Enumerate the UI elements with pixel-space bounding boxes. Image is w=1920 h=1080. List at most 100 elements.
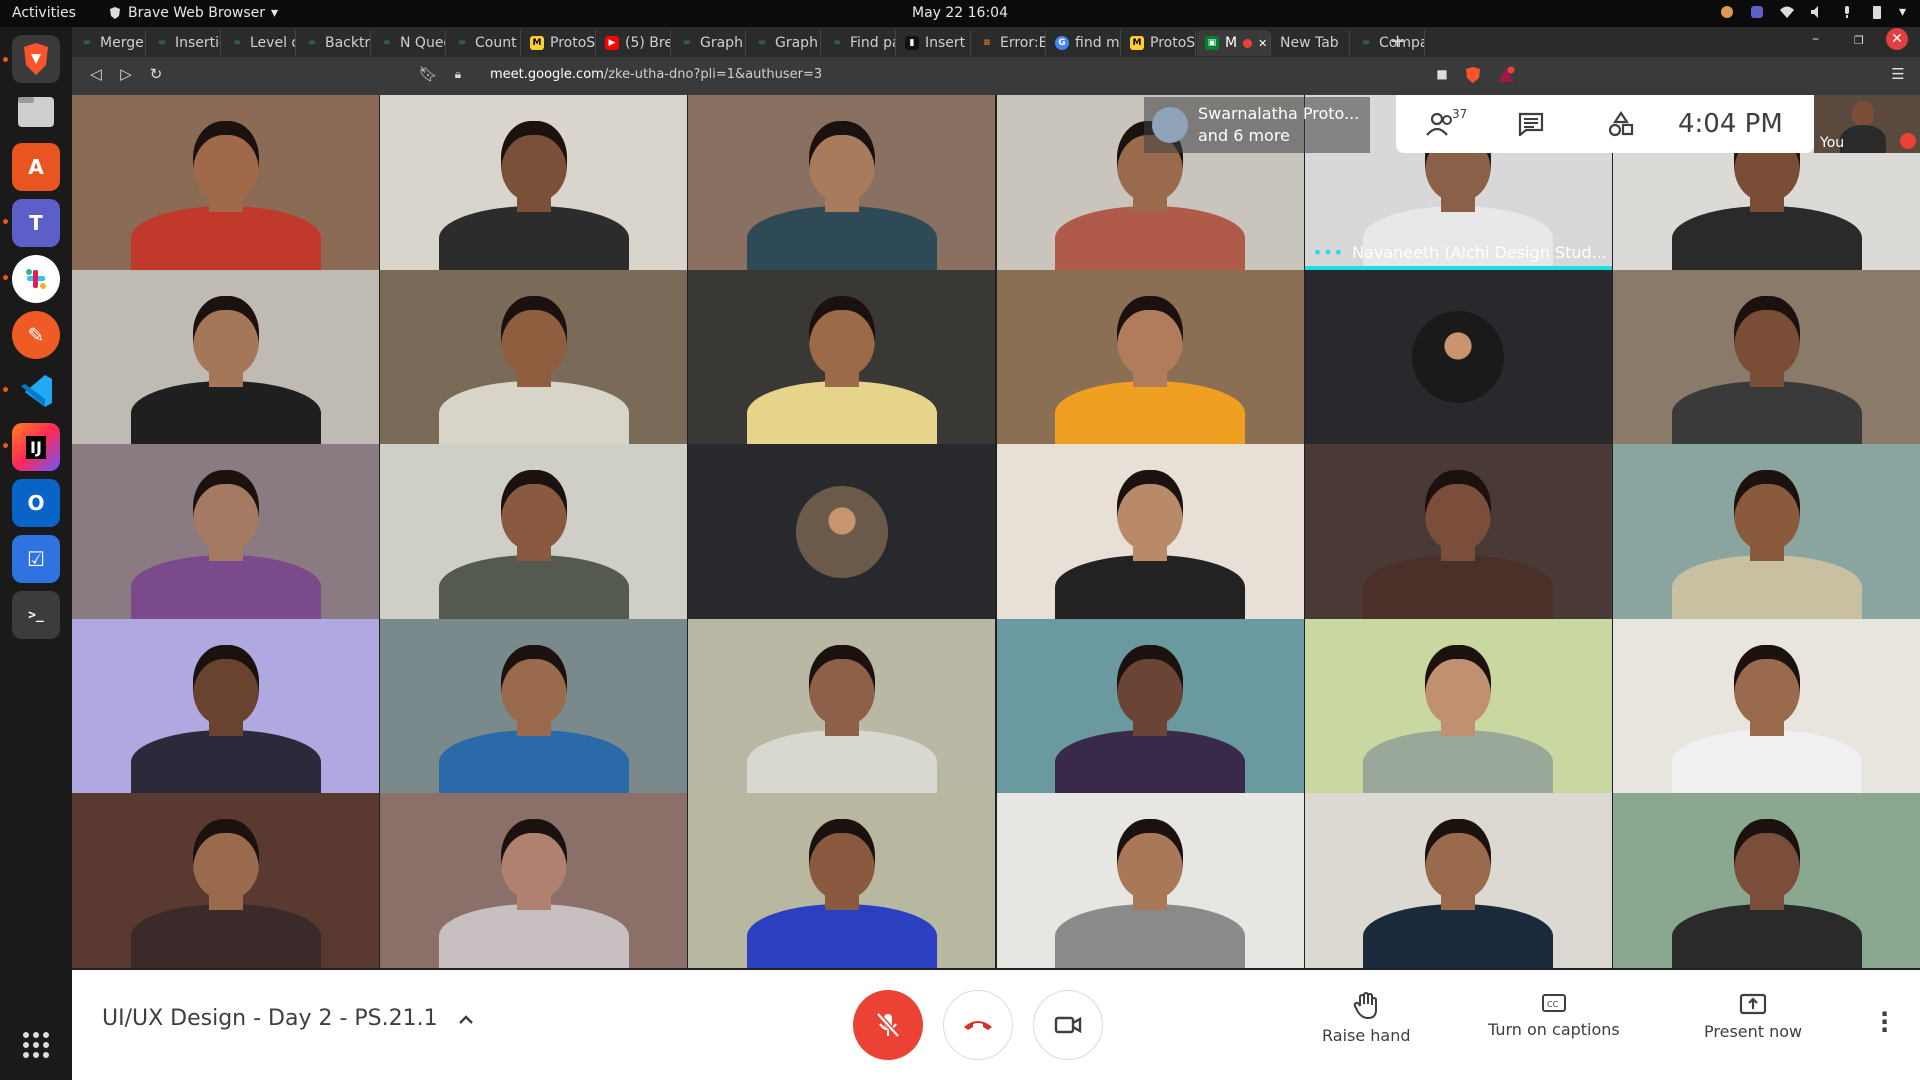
participant-name: Navaneeth (Alchi Design Stud... bbox=[1352, 243, 1607, 262]
close-window-button[interactable]: ✕ bbox=[1886, 28, 1908, 50]
browser-tab[interactable]: ∞ Backtra bbox=[297, 30, 371, 56]
browser-tab[interactable]: ∞ Insertio bbox=[147, 30, 221, 56]
participant-tile[interactable] bbox=[688, 95, 996, 270]
participant-head bbox=[500, 819, 567, 899]
terminal-launcher[interactable]: >_ bbox=[12, 591, 60, 639]
participant-tile[interactable] bbox=[996, 618, 1304, 794]
bookmark-icon[interactable]: 🔖︎ bbox=[418, 65, 438, 85]
camera-toggle-button[interactable] bbox=[1033, 990, 1103, 1060]
browser-tab[interactable]: ∞Compar bbox=[1351, 30, 1425, 56]
more-options-button[interactable]: · · · bbox=[1880, 1002, 1889, 1042]
browser-tab[interactable]: ∞ Count a bbox=[447, 30, 521, 56]
participant-tile[interactable] bbox=[1613, 618, 1920, 794]
brave-rewards-icon[interactable] bbox=[1496, 66, 1516, 84]
svg-text:CC: CC bbox=[1547, 1000, 1559, 1009]
intellij-launcher[interactable]: IJ bbox=[12, 423, 60, 471]
participant-tile[interactable] bbox=[1613, 269, 1920, 445]
show-applications-button[interactable] bbox=[12, 1021, 60, 1069]
menu-icon[interactable]: ☰ bbox=[1888, 65, 1908, 85]
software-center-launcher[interactable]: A bbox=[12, 143, 60, 191]
present-now-button[interactable]: Present now bbox=[1704, 992, 1802, 1041]
browser-tab[interactable]: M ProtoSE bbox=[522, 30, 596, 56]
participant-tile[interactable] bbox=[1304, 444, 1612, 619]
gfg-favicon-icon: ∞ bbox=[233, 38, 241, 48]
participant-tile[interactable] bbox=[996, 269, 1304, 445]
browser-tab[interactable]: ∞ Level of bbox=[222, 30, 296, 56]
browser-tab[interactable]: ∞ Graph a bbox=[747, 30, 821, 56]
raise-hand-label: Raise hand bbox=[1322, 1026, 1411, 1045]
teams-icon: T bbox=[29, 211, 43, 235]
browser-tab[interactable]: ∞ Find pa bbox=[822, 30, 896, 56]
postman-launcher[interactable]: ✎ bbox=[12, 311, 60, 359]
participant-tile[interactable] bbox=[380, 793, 688, 968]
forward-icon[interactable]: ▷ bbox=[116, 65, 136, 85]
browser-tab[interactable]: ≡ Error:E bbox=[972, 30, 1046, 56]
participant-tile[interactable] bbox=[380, 269, 688, 445]
reload-icon[interactable]: ↻ bbox=[146, 65, 166, 85]
gfg-favicon-icon: ∞ bbox=[833, 38, 841, 48]
back-icon[interactable]: ◁ bbox=[86, 65, 106, 85]
participant-tile[interactable] bbox=[688, 618, 996, 794]
participant-tile[interactable] bbox=[688, 444, 996, 619]
participant-tile[interactable] bbox=[380, 618, 688, 794]
browser-tab[interactable]: New Tab bbox=[1272, 30, 1350, 56]
presenters-chip[interactable]: Swarnalatha Proto... and 6 more bbox=[1144, 97, 1370, 153]
participant-tile[interactable] bbox=[380, 95, 688, 270]
participant-tile[interactable] bbox=[380, 444, 688, 619]
vscode-launcher[interactable] bbox=[12, 367, 60, 415]
microphone-toggle-button[interactable] bbox=[853, 990, 923, 1060]
browser-tab[interactable]: ∞ N Quee bbox=[372, 30, 446, 56]
leave-call-button[interactable] bbox=[943, 990, 1013, 1060]
participant-head bbox=[1733, 295, 1800, 376]
new-tab-button[interactable]: + bbox=[1390, 31, 1405, 52]
meeting-details[interactable]: UI/UX Design - Day 2 - PS.21.1 bbox=[102, 1006, 474, 1031]
address-bar[interactable]: meet.google.com/zke-utha-dno?pli=1&authu… bbox=[490, 67, 822, 82]
brave-shields-icon[interactable] bbox=[1464, 66, 1482, 84]
teams-launcher[interactable]: T bbox=[12, 199, 60, 247]
participant-tile[interactable] bbox=[72, 444, 379, 619]
participant-tile[interactable] bbox=[1304, 618, 1612, 794]
browser-tab[interactable]: ▶ (5) Brea bbox=[597, 30, 671, 56]
participant-tile[interactable] bbox=[72, 269, 379, 445]
files-launcher[interactable] bbox=[12, 87, 60, 135]
participant-tile[interactable] bbox=[1304, 269, 1612, 445]
browser-tab[interactable]: M ProtoSE bbox=[1122, 30, 1196, 56]
participant-tile[interactable] bbox=[72, 95, 379, 270]
restore-button[interactable]: ❐ bbox=[1854, 34, 1864, 47]
participant-avatar bbox=[1412, 311, 1505, 403]
slack-launcher[interactable] bbox=[12, 255, 60, 303]
raise-hand-button[interactable]: Raise hand bbox=[1322, 992, 1411, 1045]
participant-tile[interactable] bbox=[996, 444, 1304, 619]
system-clock[interactable]: May 22 16:04 bbox=[0, 5, 1920, 21]
url-path: /zke-utha-dno?pli=1&authuser=3 bbox=[603, 67, 823, 82]
participant-tile[interactable] bbox=[72, 618, 379, 794]
participant-tile[interactable] bbox=[688, 269, 996, 445]
brave-browser-launcher[interactable] bbox=[12, 35, 60, 83]
browser-tab[interactable]: Gfind ma bbox=[1047, 30, 1121, 56]
browser-tab[interactable]: ▣ M ✕ bbox=[1197, 30, 1271, 56]
outlook-launcher[interactable]: O bbox=[12, 479, 60, 527]
camera-in-use-icon[interactable]: ■ bbox=[1432, 67, 1452, 87]
people-button[interactable]: 37 bbox=[1396, 95, 1486, 153]
self-view-tile[interactable]: You bbox=[1814, 95, 1920, 153]
captions-button[interactable]: CC Turn on captions bbox=[1488, 992, 1620, 1039]
system-tray[interactable]: ▾ bbox=[1719, 4, 1906, 20]
minimize-button[interactable]: – bbox=[1812, 31, 1819, 47]
teams-tray-icon bbox=[1750, 6, 1763, 18]
activities-button[interactable] bbox=[1576, 95, 1666, 153]
participant-tile[interactable] bbox=[996, 793, 1304, 968]
browser-tab[interactable]: ∞ Graph a bbox=[672, 30, 746, 56]
todo-launcher[interactable]: ☑ bbox=[12, 535, 60, 583]
browser-tab[interactable]: ∞ Merge S bbox=[72, 30, 146, 56]
participant-head bbox=[1117, 295, 1184, 376]
participant-tile[interactable] bbox=[688, 793, 996, 968]
participant-tile[interactable] bbox=[1613, 444, 1920, 619]
browser-tab[interactable]: ▮ Insert a bbox=[897, 30, 971, 56]
close-tab-icon[interactable]: ✕ bbox=[1258, 37, 1267, 50]
participant-tile[interactable] bbox=[1304, 793, 1612, 968]
chat-button[interactable] bbox=[1486, 95, 1576, 153]
participant-head bbox=[500, 644, 567, 725]
participant-tile[interactable] bbox=[72, 793, 379, 968]
participant-tile[interactable] bbox=[1613, 793, 1920, 968]
participant-body bbox=[438, 206, 629, 270]
